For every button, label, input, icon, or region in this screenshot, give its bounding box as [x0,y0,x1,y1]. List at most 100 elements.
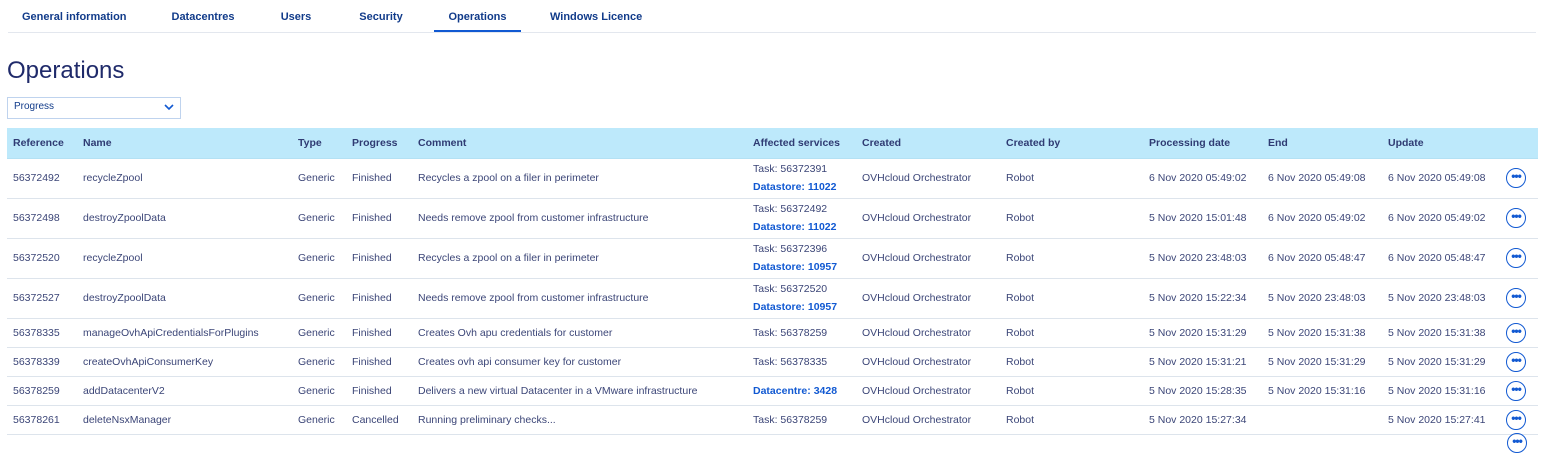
header-created[interactable]: Created [856,128,1000,159]
affected-task: Task: 56378259 [753,326,828,339]
cell-name: recycleZpool [77,158,292,199]
cell-reference: 56378339 [7,347,77,377]
more-options-icon[interactable]: ••• [1506,380,1526,401]
cell-actions: ••• [1500,318,1538,348]
cell-progress: Finished [346,376,412,406]
cell-update: 5 Nov 2020 15:27:41 [1382,405,1500,435]
cell-end: 6 Nov 2020 05:49:02 [1262,198,1382,239]
cell-comment: Delivers a new virtual Datacenter in a V… [412,376,747,406]
cell-reference: 56372498 [7,198,77,239]
cell-type: Generic [292,158,346,199]
cell-type: Generic [292,347,346,377]
cell-name: createOvhApiConsumerKey [77,347,292,377]
affected-service-link[interactable]: Datastore: 10957 [753,298,856,316]
filter-selected-value: Progress [14,101,55,112]
more-options-icon[interactable]: ••• [1506,288,1526,308]
partial-next-row: ••• [7,433,1538,453]
cell-created-by: Robot [1000,158,1143,199]
table-row: 56372498 destroyZpoolData Generic Finish… [7,198,1538,239]
cell-comment: Recycles a zpool on a filer in perimeter [412,238,747,279]
cell-update: 5 Nov 2020 15:31:38 [1382,318,1500,348]
tab-security[interactable]: Security [356,0,406,32]
cell-created: OVHcloud Orchestrator [856,238,1000,279]
cell-created: OVHcloud Orchestrator [856,158,1000,199]
cell-reference: 56372527 [7,278,77,319]
cell-processing-date: 5 Nov 2020 23:48:03 [1143,238,1262,279]
cell-name: destroyZpoolData [77,198,292,239]
cell-created: OVHcloud Orchestrator [856,376,1000,406]
affected-task: Task: 56378335 [753,355,828,368]
more-options-icon[interactable]: ••• [1506,168,1526,188]
header-created-by[interactable]: Created by [1000,128,1143,159]
cell-created-by: Robot [1000,198,1143,239]
more-options-icon[interactable]: ••• [1506,322,1526,343]
cell-created: OVHcloud Orchestrator [856,347,1000,377]
cell-progress: Finished [346,347,412,377]
more-options-icon[interactable]: ••• [1506,208,1526,228]
cell-affected-services: Task: 56378259 [747,405,856,435]
cell-comment: Running preliminary checks... [412,405,747,435]
affected-service-link[interactable]: Datacentre: 3428 [753,382,856,400]
cell-end: 6 Nov 2020 05:49:08 [1262,158,1382,199]
cell-actions: ••• [1500,238,1538,279]
cell-actions: ••• [1500,405,1538,435]
more-options-icon[interactable]: ••• [1506,351,1526,372]
cell-update: 5 Nov 2020 15:31:16 [1382,376,1500,406]
cell-reference: 56378259 [7,376,77,406]
header-update[interactable]: Update [1382,128,1500,159]
tab-operations[interactable]: Operations [434,0,521,32]
affected-task: Task: 56378259 [753,413,828,426]
affected-service-link[interactable]: Datastore: 10957 [753,258,856,276]
cell-created: OVHcloud Orchestrator [856,405,1000,435]
cell-progress: Finished [346,318,412,348]
cell-processing-date: 5 Nov 2020 15:01:48 [1143,198,1262,239]
tab-users[interactable]: Users [276,0,316,32]
affected-service-link[interactable]: Datastore: 11022 [753,218,856,236]
table-header-row: Reference Name Type Progress Comment Aff… [7,128,1538,159]
cell-end: 5 Nov 2020 23:48:03 [1262,278,1382,319]
tab-general-information[interactable]: General information [22,0,127,32]
cell-end: 5 Nov 2020 15:31:29 [1262,347,1382,377]
cell-reference: 56378261 [7,405,77,435]
cell-comment: Creates Ovh apu credentials for customer [412,318,747,348]
header-name[interactable]: Name [77,128,292,159]
cell-end: 6 Nov 2020 05:48:47 [1262,238,1382,279]
cell-actions: ••• [1500,278,1538,319]
tab-windows-licence[interactable]: Windows Licence [550,0,642,32]
header-progress[interactable]: Progress [346,128,412,159]
cell-affected-services: Datacentre: 3428 [747,376,856,406]
cell-end [1262,405,1382,435]
header-comment[interactable]: Comment [412,128,747,159]
cell-processing-date: 5 Nov 2020 15:31:29 [1143,318,1262,348]
table-row: 56378339 createOvhApiConsumerKey Generic… [7,347,1538,377]
cell-created-by: Robot [1000,278,1143,319]
cell-comment: Needs remove zpool from customer infrast… [412,278,747,319]
cell-affected-services: Task: 56372520 Datastore: 10957 [747,278,856,319]
more-options-icon[interactable]: ••• [1507,433,1527,453]
header-affected-services[interactable]: Affected services [747,128,856,159]
more-options-icon[interactable]: ••• [1506,409,1526,430]
header-end[interactable]: End [1262,128,1382,159]
cell-affected-services: Task: 56372391 Datastore: 11022 [747,158,856,199]
cell-name: addDatacenterV2 [77,376,292,406]
header-type[interactable]: Type [292,128,346,159]
tab-datacentres[interactable]: Datacentres [168,0,238,32]
more-options-icon[interactable]: ••• [1506,248,1526,268]
affected-task: Task: 56372391 [753,163,828,175]
cell-affected-services: Task: 56378335 [747,347,856,377]
chevron-down-icon [164,104,174,111]
cell-created-by: Robot [1000,376,1143,406]
cell-actions: ••• [1500,158,1538,199]
cell-progress: Finished [346,158,412,199]
progress-filter-select[interactable]: Progress [7,97,181,119]
header-processing-date[interactable]: Processing date [1143,128,1262,159]
cell-update: 5 Nov 2020 15:31:29 [1382,347,1500,377]
cell-affected-services: Task: 56378259 [747,318,856,348]
cell-update: 6 Nov 2020 05:49:02 [1382,198,1500,239]
cell-end: 5 Nov 2020 15:31:38 [1262,318,1382,348]
affected-task: Task: 56372396 [753,243,828,255]
affected-service-link[interactable]: Datastore: 11022 [753,178,856,196]
cell-update: 6 Nov 2020 05:49:08 [1382,158,1500,199]
operations-table: Reference Name Type Progress Comment Aff… [7,128,1538,435]
header-reference[interactable]: Reference [7,128,77,159]
